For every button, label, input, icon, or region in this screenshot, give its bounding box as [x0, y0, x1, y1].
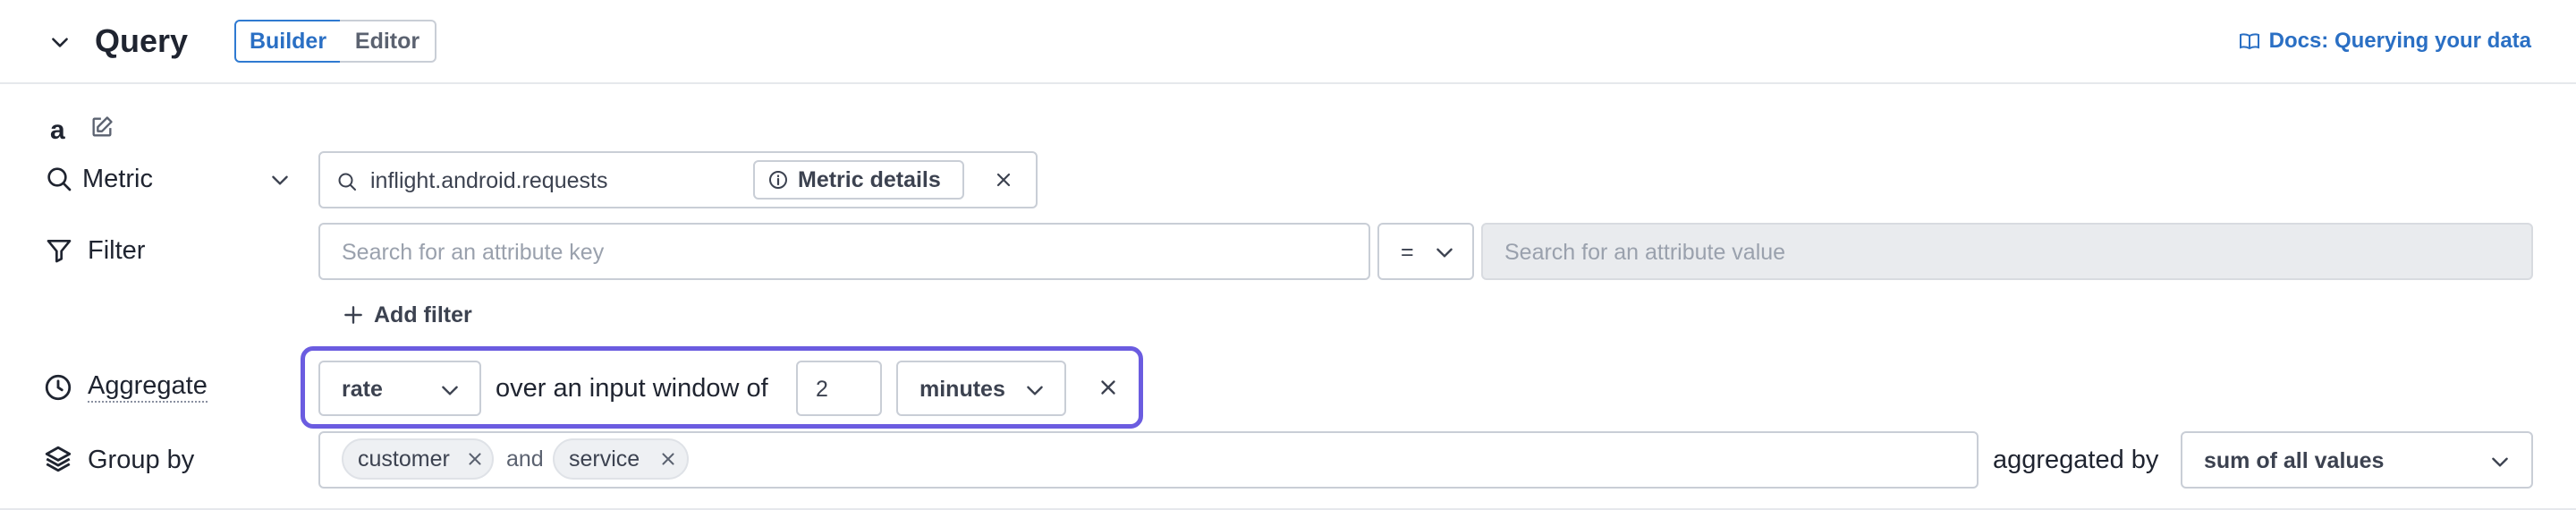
attribute-value-placeholder: Search for an attribute value	[1504, 240, 1786, 265]
operator-select[interactable]: =	[1377, 223, 1474, 280]
plus-icon	[342, 303, 365, 327]
layers-icon	[43, 444, 73, 474]
group-by-tag: customer	[342, 438, 494, 480]
query-header: Query Builder Editor Docs: Querying your…	[0, 0, 2576, 84]
window-value-input[interactable]: 2	[796, 361, 882, 416]
operator-chevron-icon	[1433, 241, 1456, 264]
group-by-label: Group by	[88, 446, 195, 474]
edit-icon[interactable]	[89, 115, 114, 140]
remove-tag-icon[interactable]	[465, 449, 485, 469]
function-chevron-icon	[438, 378, 462, 402]
metric-chevron-icon[interactable]	[268, 168, 292, 191]
page-title: Query	[95, 22, 189, 59]
info-icon	[767, 169, 789, 191]
group-by-joiner: and	[506, 446, 544, 472]
window-text: over an input window of	[496, 374, 768, 403]
attribute-key-placeholder: Search for an attribute key	[342, 240, 605, 265]
remove-aggregate-icon[interactable]	[1097, 376, 1120, 399]
aggregate-function-value: rate	[342, 377, 383, 402]
unit-chevron-icon	[1023, 378, 1046, 402]
docs-link-label: Docs: Querying your data	[2268, 29, 2531, 53]
window-unit-select[interactable]: minutes	[896, 361, 1066, 416]
filter-label: Filter	[88, 236, 146, 265]
metric-select[interactable]: inflight.android.requests Metric details	[318, 151, 1038, 208]
aggregated-by-select[interactable]: sum of all values	[2181, 431, 2533, 489]
window-value: 2	[816, 377, 828, 402]
window-unit-value: minutes	[919, 377, 1005, 402]
attribute-key-input[interactable]: Search for an attribute key	[318, 223, 1370, 280]
tab-builder[interactable]: Builder	[234, 20, 342, 63]
add-filter-button[interactable]: Add filter	[342, 301, 472, 329]
query-name: a	[50, 115, 65, 145]
tab-editor[interactable]: Editor	[340, 20, 436, 63]
aggregated-by-value: sum of all values	[2204, 448, 2385, 473]
metric-details-label: Metric details	[798, 166, 941, 192]
book-icon	[2239, 30, 2260, 52]
clear-metric-icon[interactable]	[993, 169, 1014, 191]
group-by-tag-label: service	[569, 446, 640, 472]
aggregated-by-chevron-icon	[2488, 450, 2512, 473]
clock-icon	[43, 372, 73, 403]
metric-value: inflight.android.requests	[370, 168, 608, 193]
chevron-down-icon[interactable]	[48, 30, 72, 54]
group-by-tag: service	[553, 438, 689, 480]
metric-search-icon	[336, 171, 358, 192]
docs-link[interactable]: Docs: Querying your data	[2239, 25, 2531, 57]
filter-icon	[45, 236, 73, 265]
attribute-value-input[interactable]: Search for an attribute value	[1481, 223, 2533, 280]
add-filter-label: Add filter	[374, 302, 472, 327]
aggregate-function-select[interactable]: rate	[318, 361, 481, 416]
aggregate-label: Aggregate	[88, 370, 208, 403]
operator-value: =	[1401, 240, 1414, 265]
remove-tag-icon[interactable]	[658, 449, 678, 469]
metric-details-button[interactable]: Metric details	[753, 160, 964, 200]
search-icon	[45, 165, 73, 193]
group-by-tag-label: customer	[358, 446, 450, 472]
metric-label: Metric	[82, 165, 153, 193]
aggregated-by-label: aggregated by	[1993, 446, 2159, 474]
